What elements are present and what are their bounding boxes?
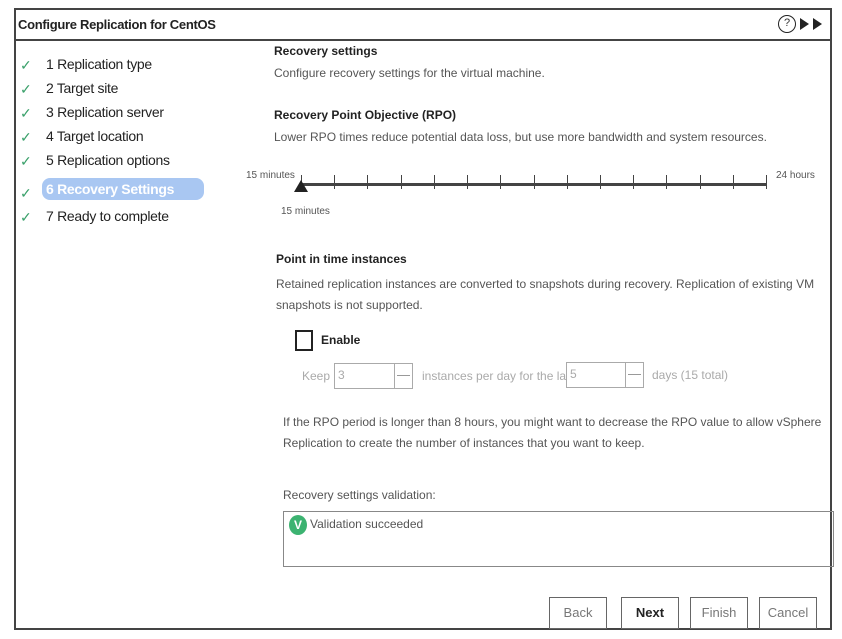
slider-tick: [599, 175, 601, 189]
check-icon: ✓: [20, 209, 32, 225]
slider-tick: [666, 175, 668, 189]
step-recovery-settings[interactable]: ✓ 6 Recovery Settings: [20, 178, 205, 201]
check-icon: ✓: [20, 57, 32, 73]
rpo-heading: Recovery Point Objective (RPO): [274, 108, 457, 122]
enable-checkbox[interactable]: [295, 330, 313, 351]
slider-tick: [566, 175, 568, 189]
step-target-site[interactable]: ✓ 2 Target site: [20, 80, 118, 96]
expand-icon-2[interactable]: [813, 18, 822, 30]
per-day-label: instances per day for the last: [422, 369, 576, 383]
slider-tick: [334, 175, 336, 189]
step-ready-to-complete[interactable]: ✓ 7 Ready to complete: [20, 208, 169, 224]
days-stepper[interactable]: 5: [566, 362, 644, 388]
help-icon[interactable]: ?: [778, 15, 796, 33]
rpo-note: If the RPO period is longer than 8 hours…: [283, 415, 822, 450]
stepper-buttons[interactable]: [625, 363, 643, 387]
slider-tick: [433, 175, 435, 189]
slider-tick: [766, 175, 767, 189]
success-icon: V: [289, 515, 307, 535]
pit-heading: Point in time instances: [276, 252, 407, 266]
check-icon: ✓: [20, 129, 32, 145]
next-button[interactable]: Next: [621, 597, 679, 629]
recovery-heading: Recovery settings: [274, 44, 378, 58]
keep-stepper[interactable]: 3: [334, 363, 413, 389]
recovery-desc: Configure recovery settings for the virt…: [274, 66, 545, 80]
stepper-buttons[interactable]: [394, 364, 412, 388]
pit-desc: Retained replication instances are conve…: [276, 277, 815, 312]
rpo-value-label: 15 minutes: [281, 206, 330, 217]
keep-label: Keep: [302, 369, 331, 383]
slider-tick: [400, 175, 402, 189]
slider-tick: [533, 175, 535, 189]
slider-thumb[interactable]: [294, 180, 308, 192]
slider-tick: [467, 175, 469, 189]
step-replication-options[interactable]: ✓ 5 Replication options: [20, 152, 170, 168]
step-replication-server[interactable]: ✓ 3 Replication server: [20, 104, 164, 120]
slider-tick: [699, 175, 701, 189]
slider-tick: [633, 175, 635, 189]
enable-label: Enable: [321, 333, 361, 347]
back-button[interactable]: Back: [549, 597, 607, 629]
validation-box: V Validation succeeded: [283, 511, 834, 567]
rpo-desc: Lower RPO times reduce potential data lo…: [274, 130, 767, 144]
validation-label: Recovery settings validation:: [283, 488, 436, 502]
wizard-dialog: Configure Replication for CentOS ? ✓ 1 Re…: [14, 8, 834, 630]
title-bar: Configure Replication for CentOS ?: [16, 10, 830, 41]
validation-message: Validation succeeded: [310, 517, 424, 531]
slider-tick: [500, 175, 502, 189]
rpo-min-label: 15 minutes: [246, 170, 295, 181]
cancel-button[interactable]: Cancel: [759, 597, 817, 629]
dialog-title: Configure Replication for CentOS: [18, 17, 216, 32]
days-total-label: days (15 total): [652, 368, 729, 382]
finish-button[interactable]: Finish: [690, 597, 748, 629]
check-icon: ✓: [20, 153, 32, 169]
slider-tick: [732, 175, 734, 189]
slider-tick: [367, 175, 369, 189]
step-replication-type[interactable]: ✓ 1 Replication type: [20, 56, 152, 72]
check-icon: ✓: [20, 81, 32, 97]
expand-icon[interactable]: [800, 18, 809, 30]
check-icon: ✓: [20, 185, 32, 201]
rpo-max-label: 24 hours: [776, 170, 815, 181]
check-icon: ✓: [20, 105, 32, 121]
step-target-location[interactable]: ✓ 4 Target location: [20, 128, 144, 145]
